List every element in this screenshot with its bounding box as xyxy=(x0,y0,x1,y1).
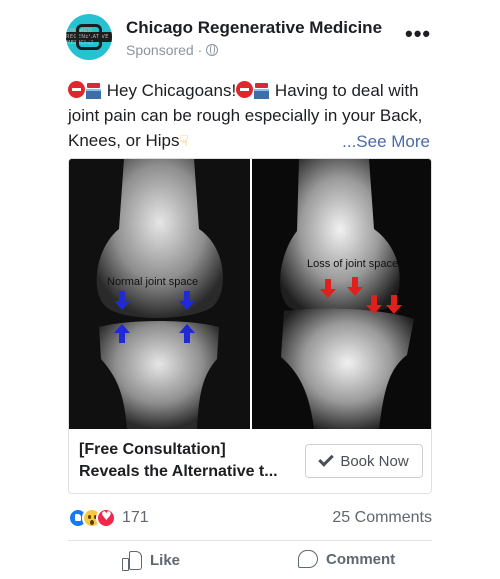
post-actions: Like Comment xyxy=(68,544,432,579)
globe-icon xyxy=(206,44,219,56)
page-avatar[interactable]: 2 CHICAGO REGENERATIVE MEDICINE xyxy=(66,14,112,60)
sponsored-post-card: 2 CHICAGO REGENERATIVE MEDICINE Chicago … xyxy=(0,0,500,579)
normal-joint-label: Normal joint space xyxy=(107,276,198,288)
ad-attachment[interactable]: Normal joint space Loss of joint space [… xyxy=(68,158,432,494)
knee-xray-image[interactable]: Normal joint space Loss of joint space xyxy=(69,159,431,429)
comment-bubble-icon xyxy=(298,550,318,568)
reaction-bar: 171 25 Comments xyxy=(68,506,432,530)
comments-count-link[interactable]: 25 Comments xyxy=(332,509,432,527)
page-name-link[interactable]: Chicago Regenerative Medicine xyxy=(126,18,382,38)
reaction-count[interactable]: 171 xyxy=(122,509,149,527)
sponsored-label: Sponsored · xyxy=(126,42,219,58)
book-now-button[interactable]: Book Now xyxy=(305,444,423,478)
sponsored-text: Sponsored · xyxy=(126,42,203,58)
stop-sign-icon xyxy=(236,81,254,98)
more-options-icon[interactable]: ••• xyxy=(405,23,448,45)
thumbs-up-icon xyxy=(122,550,142,571)
stop-sign-icon xyxy=(68,81,85,98)
actions-divider xyxy=(68,540,432,541)
love-reaction-icon[interactable] xyxy=(96,508,116,528)
comment-button[interactable]: Comment xyxy=(298,550,395,568)
pointing-hand-icon: ☟ xyxy=(179,133,189,150)
see-more-link[interactable]: ...See More xyxy=(342,129,430,154)
post-text-greeting: Hey Chicagoans! xyxy=(102,81,237,100)
xray-illustration: Normal joint space Loss of joint space xyxy=(69,159,431,429)
loss-joint-label: Loss of joint space xyxy=(307,258,398,270)
ad-headline-line1: [Free Consultation] xyxy=(79,441,226,458)
ad-headline-line2: Reveals the Alternative t... xyxy=(79,463,278,480)
comment-label: Comment xyxy=(326,550,396,568)
post-text: Hey Chicagoans! Having to deal with join… xyxy=(68,78,430,154)
ad-headline[interactable]: [Free Consultation] Reveals the Alternat… xyxy=(79,439,299,483)
ad-cta-bar[interactable]: [Free Consultation] Reveals the Alternat… xyxy=(69,429,431,493)
book-now-label: Book Now xyxy=(340,452,409,470)
checkmark-icon xyxy=(318,451,335,467)
hospital-icon xyxy=(253,81,270,99)
like-label: Like xyxy=(150,551,181,569)
hospital-icon xyxy=(85,81,102,99)
like-button[interactable]: Like xyxy=(122,550,181,571)
logo-icon: 2 xyxy=(76,24,102,50)
